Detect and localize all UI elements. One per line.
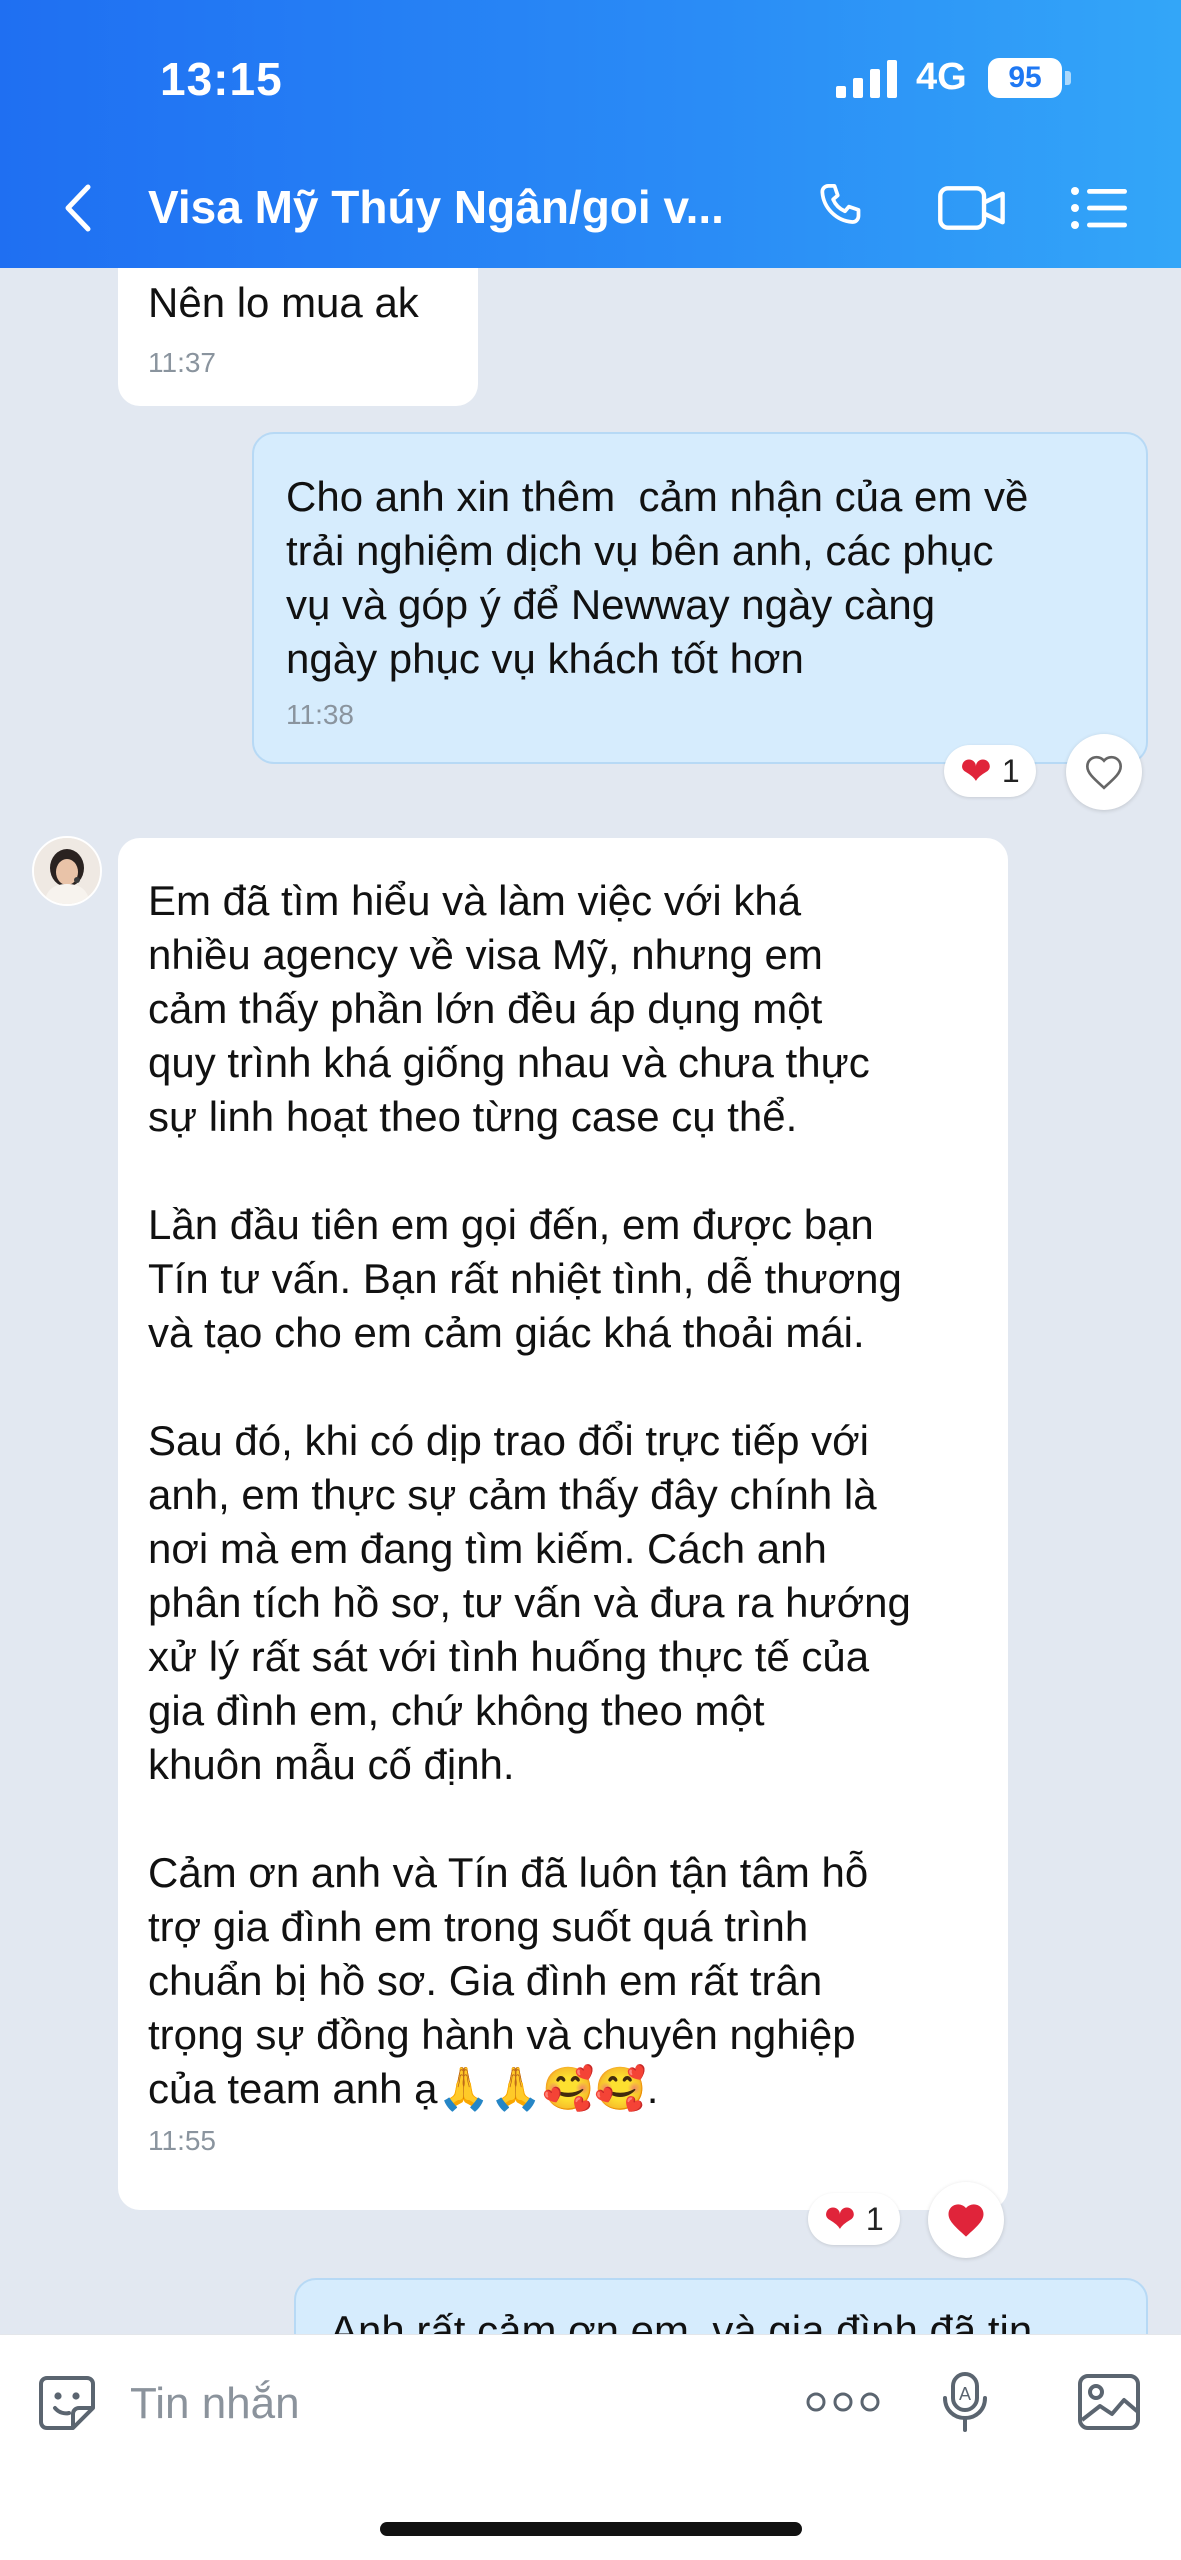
reaction-summary[interactable]: ❤ 1 <box>944 745 1036 797</box>
chat-title[interactable]: Visa Mỹ Thúy Ngân/goi v... <box>148 180 748 234</box>
microphone-icon: A <box>943 2372 987 2432</box>
call-button[interactable] <box>808 178 874 238</box>
react-button[interactable] <box>1066 734 1142 810</box>
battery-icon: 95 <box>988 58 1072 98</box>
image-picker-button[interactable] <box>1074 2367 1144 2437</box>
message-text: Nên lo mua ak <box>148 279 419 326</box>
message-time: 11:55 <box>148 2125 216 2156</box>
sticker-button[interactable] <box>32 2367 102 2437</box>
back-button[interactable] <box>58 180 98 236</box>
avatar-image <box>34 838 100 904</box>
reaction-count: 1 <box>865 2200 884 2237</box>
chat-options-button[interactable] <box>1066 178 1132 238</box>
message-time: 11:37 <box>148 347 216 378</box>
menu-list-icon <box>1071 187 1127 229</box>
heart-filled-icon <box>948 2204 984 2237</box>
sticker-emoji-icon <box>39 2376 95 2430</box>
network-type: 4G <box>916 56 967 98</box>
heart-icon: ❤ <box>960 750 992 793</box>
heart-icon: ❤ <box>824 2198 856 2241</box>
voice-message-button[interactable]: A <box>930 2367 1000 2437</box>
back-chevron-icon <box>65 184 91 232</box>
message-bubble-incoming[interactable]: Em đã tìm hiểu và làm việc với khá nhiều… <box>118 838 1008 2210</box>
battery-level: 95 <box>988 58 1062 98</box>
cellular-signal-icon <box>836 60 897 98</box>
home-indicator[interactable] <box>380 2522 802 2536</box>
chat-header: 13:15 4G 95 Visa Mỹ Thúy Ngân/goi v... <box>0 0 1181 268</box>
svg-text:A: A <box>959 2384 971 2404</box>
react-button[interactable] <box>928 2182 1004 2258</box>
more-options-button[interactable] <box>800 2367 886 2437</box>
image-gallery-icon <box>1078 2374 1140 2430</box>
heart-outline-icon <box>1085 755 1123 790</box>
chat-screen: Nên lo mua ak 11:37 Cho anh xin thêm cảm… <box>0 0 1181 2560</box>
message-text: Em đã tìm hiểu và làm việc với khá nhiều… <box>148 877 911 2112</box>
video-call-button[interactable] <box>936 178 1008 238</box>
contact-avatar[interactable] <box>32 836 102 906</box>
video-call-icon <box>938 186 1005 230</box>
message-time: 11:38 <box>286 699 354 730</box>
phone-icon <box>820 183 861 224</box>
message-input[interactable] <box>128 2371 772 2437</box>
status-time: 13:15 <box>160 53 283 105</box>
message-bubble-outgoing[interactable]: Cho anh xin thêm cảm nhận của em về trải… <box>252 432 1148 764</box>
more-dots-icon <box>806 2392 880 2412</box>
reaction-summary[interactable]: ❤ 1 <box>808 2193 900 2245</box>
reaction-count: 1 <box>1001 752 1020 789</box>
message-text: Cho anh xin thêm cảm nhận của em về trải… <box>286 473 1029 682</box>
